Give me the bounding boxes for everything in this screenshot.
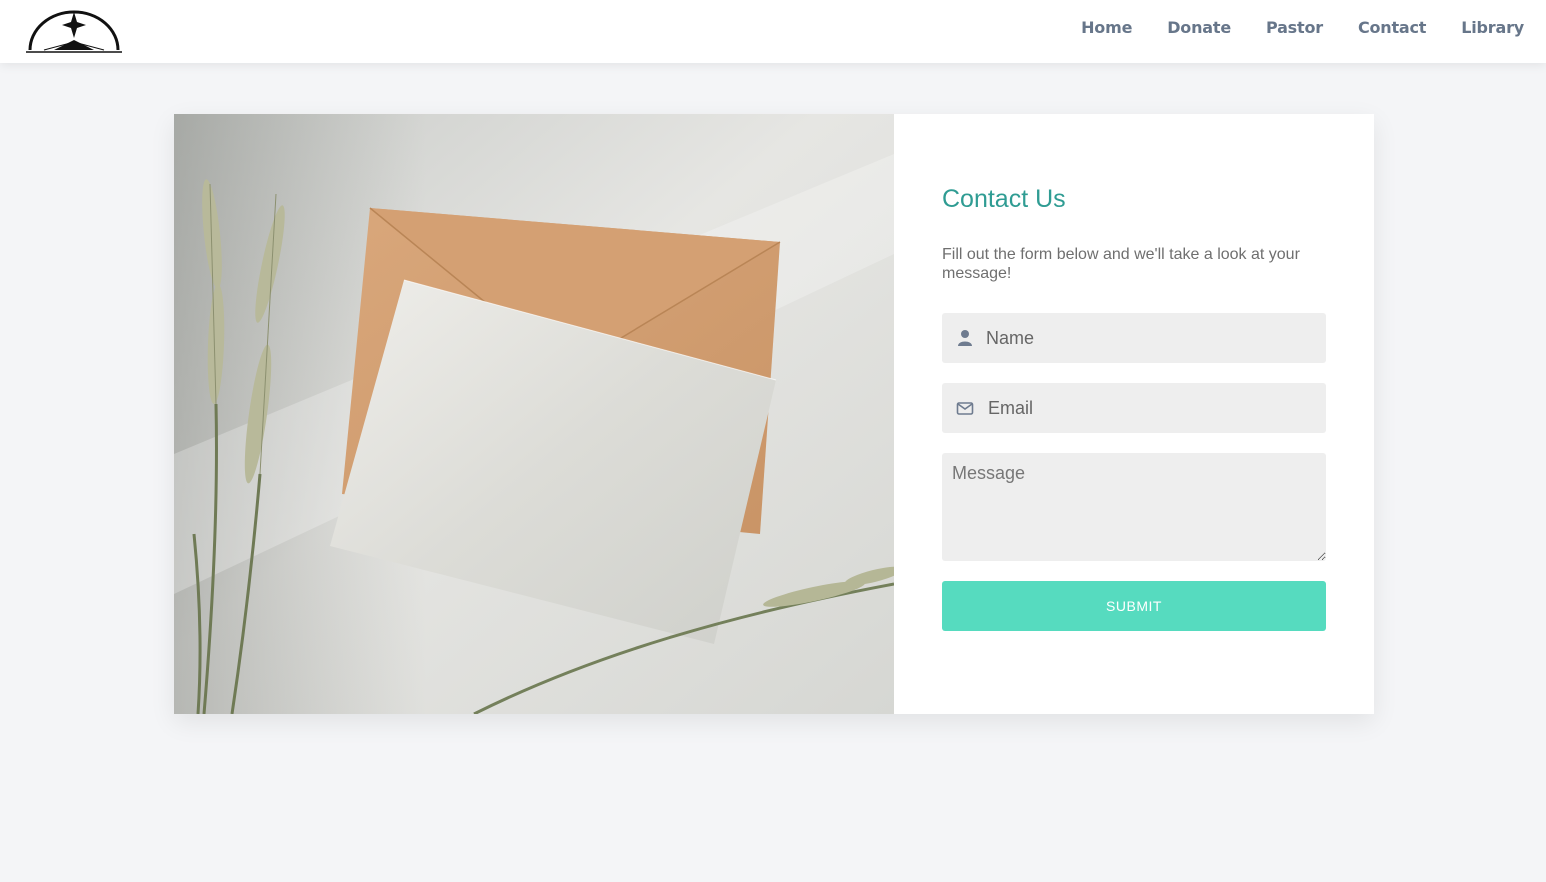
contact-subtitle: Fill out the form below and we'll take a…: [942, 246, 1300, 282]
user-icon: [958, 330, 972, 346]
nav-contact-link[interactable]: Contact: [1358, 18, 1427, 37]
contact-form-panel: Contact Us Fill out the form below and w…: [894, 114, 1374, 714]
contact-card: Contact Us Fill out the form below and w…: [174, 114, 1374, 714]
main-nav: Home Donate Pastor Contact Library: [1046, 0, 1524, 55]
envelope-icon: [956, 402, 974, 415]
name-input[interactable]: [986, 313, 1316, 363]
email-input[interactable]: [988, 383, 1318, 433]
nav-home-link[interactable]: Home: [1081, 18, 1132, 37]
email-field[interactable]: [942, 383, 1326, 433]
nav-library-link[interactable]: Library: [1461, 18, 1524, 37]
name-field[interactable]: [942, 313, 1326, 363]
message-textarea[interactable]: [942, 453, 1326, 561]
envelope-photo: [174, 114, 894, 714]
top-navbar: Home Donate Pastor Contact Library: [0, 0, 1546, 63]
submit-button[interactable]: SUBMIT: [942, 581, 1326, 631]
nav-pastor-link[interactable]: Pastor: [1266, 18, 1323, 37]
church-logo-icon[interactable]: [24, 6, 124, 56]
nav-donate-link[interactable]: Donate: [1167, 18, 1231, 37]
contact-title: Contact Us: [942, 185, 1066, 213]
